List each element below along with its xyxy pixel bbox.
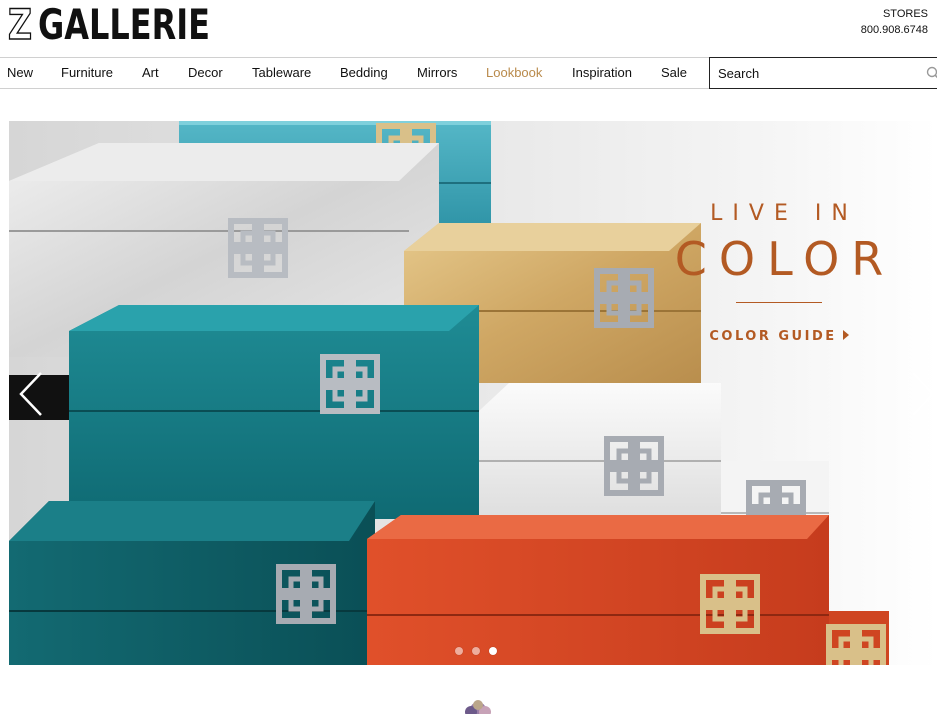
color-guide-label: COLOR GUIDE (709, 329, 837, 344)
search-icon[interactable] (926, 66, 937, 80)
nav-item-mirrors[interactable]: Mirrors (417, 58, 457, 88)
search-input[interactable] (718, 59, 918, 87)
hero-banner[interactable]: LIVE IN COLOR COLOR GUIDE (9, 121, 937, 665)
nav-item-furniture[interactable]: Furniture (61, 58, 113, 88)
nav-item-lookbook[interactable]: Lookbook (486, 58, 542, 88)
stores-link[interactable]: STORES (861, 6, 928, 22)
carousel-dot-1[interactable] (455, 647, 463, 655)
chevron-right-icon[interactable] (907, 371, 937, 417)
nav-item-bedding[interactable]: Bedding (340, 58, 388, 88)
nav-item-art[interactable]: Art (142, 58, 159, 88)
chevron-left-icon[interactable] (17, 371, 47, 417)
hero-headline-small: LIVE IN (710, 201, 858, 226)
play-arrow-icon (842, 330, 849, 340)
color-guide-link[interactable]: COLOR GUIDE (709, 329, 849, 344)
carousel-dot-2[interactable] (472, 647, 480, 655)
svg-text:Z: Z (8, 2, 32, 46)
headline-divider (736, 302, 822, 303)
nav-item-decor[interactable]: Decor (188, 58, 223, 88)
nav-item-inspiration[interactable]: Inspiration (572, 58, 632, 88)
carousel-dots (455, 647, 497, 655)
store-info: STORES 800.908.6748 (861, 6, 928, 38)
svg-text:GALLERIE: GALLERIE (38, 2, 210, 46)
color-wheel-icon (465, 700, 491, 714)
hero-copy: LIVE IN COLOR COLOR GUIDE (639, 201, 919, 345)
search-box (709, 57, 937, 89)
nav-item-sale[interactable]: Sale (661, 58, 687, 88)
zgallerie-logo-icon: Z GALLERIE (8, 2, 210, 46)
phone-number[interactable]: 800.908.6748 (861, 22, 928, 38)
carousel-dot-3[interactable] (489, 647, 497, 655)
nav-item-tableware[interactable]: Tableware (252, 58, 311, 88)
site-logo[interactable]: Z GALLERIE (8, 2, 213, 46)
hero-headline-big: COLOR (674, 232, 896, 286)
nav-item-new[interactable]: New (7, 58, 33, 88)
